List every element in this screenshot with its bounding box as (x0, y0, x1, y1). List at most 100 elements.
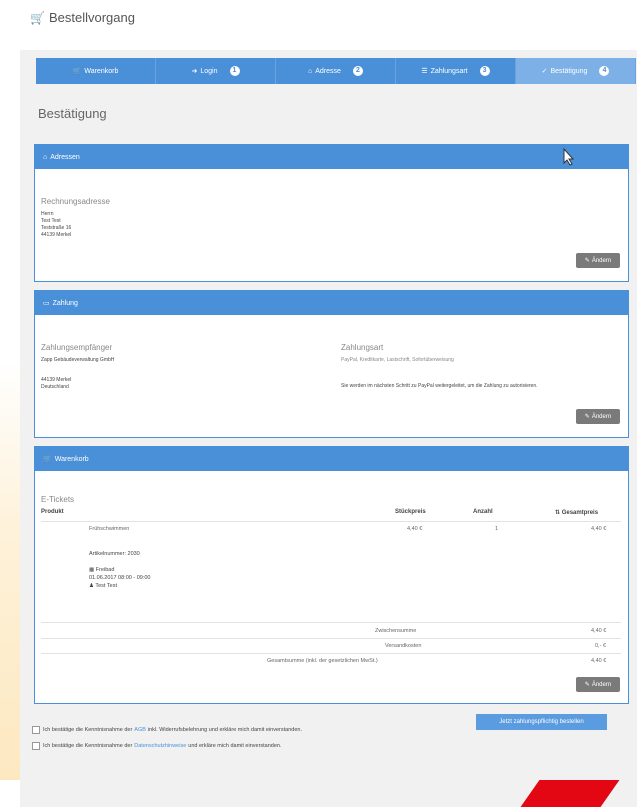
step-login[interactable]: ➜ Login 1 (156, 58, 276, 84)
step-number-badge: 1 (229, 66, 240, 76)
item-total: 4,40 € (591, 526, 607, 532)
left-background-decoration (0, 360, 20, 780)
step-bestaetigung[interactable]: ✓ Bestätigung 4 (516, 58, 636, 84)
step-warenkorb[interactable]: 🛒 Warenkorb (36, 58, 156, 84)
sign-in-icon: ➜ (191, 68, 198, 75)
place-order-button[interactable]: Jetzt zahlungspflichtig bestellen (476, 714, 607, 730)
payment-panel-header: ▭ Zahlung (35, 291, 628, 315)
address-panel: ⌂ Adressen Rechnungsadresse Herrn Test T… (34, 144, 629, 282)
payment-recipient-line: Deutschland (41, 384, 69, 390)
payment-method-title: Zahlungsart (341, 343, 384, 352)
pencil-icon: ✎ (584, 414, 590, 420)
address-panel-title: Adressen (50, 153, 80, 161)
privacy-checkbox[interactable] (32, 742, 40, 750)
step-label: Zahlungsart (430, 67, 468, 75)
terms-text-end: inkl. Widerrufsbelehrung und erkläre mic… (147, 727, 302, 733)
home-icon: ⌂ (308, 67, 313, 75)
column-header-quantity: Anzahl (473, 509, 493, 515)
item-person: ♟ Test Test (89, 583, 117, 589)
edit-label: Ändern (591, 257, 612, 264)
shipping-value: 0,- € (595, 643, 607, 649)
step-label: Login (200, 67, 218, 75)
cart-icon: 🛒 (72, 68, 82, 75)
step-label: Bestätigung (550, 67, 588, 75)
subtotal-value: 4,40 € (591, 628, 607, 634)
item-detail-text: Freibad (95, 567, 115, 573)
grand-total-value: 4,40 € (591, 658, 607, 664)
sort-icon: ⇅ (555, 510, 561, 516)
item-person-text: Test Test (95, 583, 117, 589)
billing-address-line: Teststraße 16 (41, 225, 72, 231)
edit-label: Ändern (591, 413, 612, 420)
grand-total-label: Gesamtsumme (inkl. der gesetzlichen MwSt… (267, 658, 378, 664)
terms-link[interactable]: AGB (134, 727, 146, 733)
payment-method-description: PayPal, Kreditkarte, Lastschrift, Sofort… (341, 357, 454, 363)
check-icon: ✓ (541, 68, 548, 75)
table-divider (41, 622, 621, 623)
shopping-cart-icon: 🛒 (43, 456, 52, 463)
item-quantity: 1 (495, 526, 499, 532)
column-header-unit-price: Stückpreis (395, 509, 426, 515)
edit-order-button[interactable]: ✎ Ändern (576, 677, 620, 692)
table-divider (41, 653, 621, 654)
user-icon: ♟ (89, 583, 94, 589)
item-date: 01.06.2017 08:00 - 09:00 (89, 575, 151, 581)
privacy-text-end: und erkläre mich damit einverstanden. (188, 743, 282, 749)
pencil-icon: ✎ (584, 682, 590, 688)
order-subtitle: E-Tickets (41, 495, 75, 504)
item-unit-price: 4,40 € (407, 526, 423, 532)
privacy-checkbox-row[interactable]: Ich bestätige die Kenntnisnahme der Date… (32, 742, 282, 750)
table-divider (41, 638, 621, 639)
address-panel-header: ⌂ Adressen (35, 145, 628, 169)
billing-address-line: Herrn (41, 211, 54, 217)
column-header-total-text: Gesamtpreis (561, 510, 599, 516)
order-panel-header: 🛒 Warenkorb (35, 447, 628, 471)
edit-payment-button[interactable]: ✎ Ändern (576, 409, 620, 424)
order-panel: 🛒 Warenkorb E-Tickets Produkt Stückpreis… (34, 446, 629, 704)
billing-address-title: Rechnungsadresse (41, 197, 110, 206)
step-number-badge: 4 (599, 66, 610, 76)
item-name: Frühschwimmen (89, 526, 130, 532)
table-divider (41, 521, 621, 522)
checkout-steps: 🛒 Warenkorb ➜ Login 1 ⌂ Adresse 2 ☰ Zahl… (36, 58, 636, 84)
shipping-label: Versandkosten (385, 643, 422, 649)
step-adresse[interactable]: ⌂ Adresse 2 (276, 58, 396, 84)
checkout-container: 🛒 Warenkorb ➜ Login 1 ⌂ Adresse 2 ☰ Zahl… (20, 50, 637, 807)
billing-address-line: Test Test (41, 218, 61, 224)
credit-card-icon: ▭ (43, 300, 50, 307)
payment-note: Sie werden im nächsten Schritt zu PayPal… (341, 383, 538, 389)
payment-recipient-line: 44139 Merkel (41, 377, 72, 383)
step-label: Warenkorb (84, 67, 119, 75)
section-heading: Bestätigung (38, 106, 107, 121)
column-header-total: ⇅ Gesamtpreis (555, 509, 598, 516)
terms-text: Ich bestätige die Kenntnisnahme der (43, 727, 133, 733)
pencil-icon: ✎ (584, 258, 590, 264)
order-panel-title: Warenkorb (54, 455, 89, 463)
payment-recipient-line: Zapp Gebäudeverwaltung GmbH (41, 357, 115, 363)
item-detail: ▦ Freibad (89, 567, 114, 573)
terms-checkbox[interactable] (32, 726, 40, 734)
mouse-cursor-icon (563, 148, 575, 166)
page-title: 🛒 Bestellvorgang (30, 10, 135, 25)
step-label: Adresse (315, 67, 341, 75)
building-icon: ▦ (89, 567, 95, 573)
home-icon: ⌂ (43, 153, 48, 161)
list-icon: ☰ (421, 68, 428, 75)
edit-label: Ändern (591, 681, 612, 688)
privacy-link[interactable]: Datenschutzhinweise (134, 743, 186, 749)
payment-panel: ▭ Zahlung Zahlungsempfänger Zapp Gebäude… (34, 290, 629, 438)
page-title-text: Bestellvorgang (48, 10, 135, 25)
edit-address-button[interactable]: ✎ Ändern (576, 253, 620, 268)
step-number-badge: 3 (479, 66, 490, 76)
privacy-text: Ich bestätige die Kenntnisnahme der (43, 743, 133, 749)
payment-recipient-title: Zahlungsempfänger (41, 343, 113, 352)
shopping-cart-icon: 🛒 (30, 11, 45, 25)
column-header-product: Produkt (41, 509, 64, 515)
terms-checkbox-row[interactable]: Ich bestätige die Kenntnisnahme der AGB … (32, 726, 302, 734)
step-zahlungsart[interactable]: ☰ Zahlungsart 3 (396, 58, 516, 84)
billing-address-line: 44139 Merkel (41, 232, 72, 238)
step-number-badge: 2 (352, 66, 363, 76)
payment-panel-title: Zahlung (52, 299, 78, 307)
item-article-number: Artikelnummer: 2030 (89, 551, 140, 557)
subtotal-label: Zwischensumme (375, 628, 417, 634)
